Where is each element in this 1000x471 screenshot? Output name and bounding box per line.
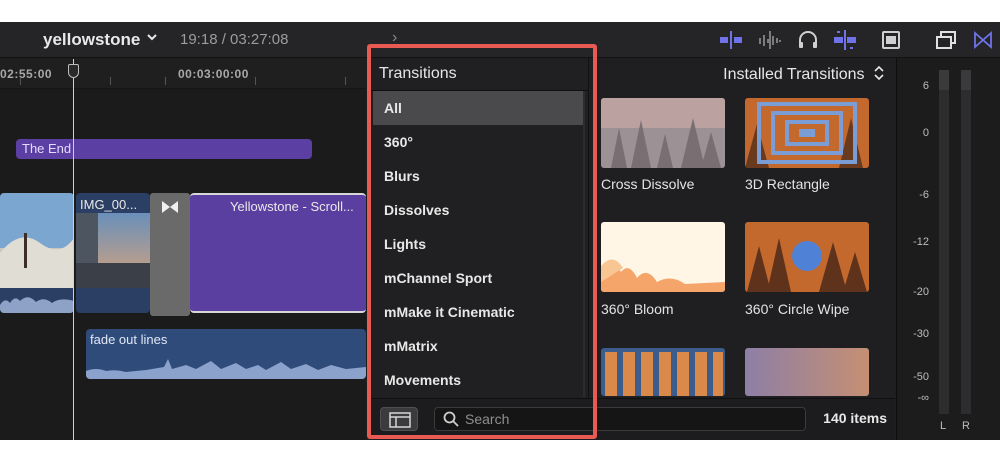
meter-scale-label: 6: [922, 80, 929, 92]
chevron-down-icon[interactable]: [146, 31, 158, 46]
transition-thumbnail-3d-rectangle[interactable]: [745, 98, 869, 168]
top-toolbar: yellowstone 19:18 / 03:27:08 ›: [0, 22, 1000, 58]
clip-thumbnail: [0, 193, 74, 313]
meter-scale-label: 0: [922, 127, 929, 139]
meter-channel-label: L: [940, 420, 947, 432]
ruler-tick: [20, 77, 21, 85]
category-list: All 360° Blurs Dissolves Lights mChannel…: [373, 91, 583, 397]
timeline-area[interactable]: 02:55:00 00:03:00:00 The End IMG_00... Y…: [0, 59, 366, 440]
category-item-mmake-it-cinematic[interactable]: mMake it Cinematic: [373, 295, 583, 329]
category-item-lights[interactable]: Lights: [373, 227, 583, 261]
transition-thumbnail[interactable]: [601, 348, 725, 396]
meter-scale-label: -30: [913, 328, 929, 340]
window-layout-icon[interactable]: [935, 30, 957, 50]
browser-bottom-bar: 140 items: [370, 398, 895, 440]
meter-scale-label: -50: [913, 371, 929, 383]
timecode-display: 19:18 / 03:27:08: [180, 31, 289, 48]
search-field[interactable]: [434, 407, 806, 431]
snapping-icon[interactable]: [832, 30, 858, 50]
title-clip[interactable]: The End: [16, 139, 312, 159]
category-item-dissolves[interactable]: Dissolves: [373, 193, 583, 227]
nav-forward-icon[interactable]: ›: [392, 29, 397, 47]
meter-scale-label: -∞: [917, 392, 929, 404]
audio-skimming-icon[interactable]: [757, 30, 783, 50]
clip-label: Yellowstone - Scroll...: [230, 199, 354, 214]
ruler-tick: [255, 77, 256, 85]
transition-thumbnail-360-bloom[interactable]: [601, 222, 725, 292]
category-item-all[interactable]: All: [373, 91, 583, 125]
search-input[interactable]: [465, 410, 795, 428]
playhead-handle[interactable]: [68, 64, 79, 78]
transitions-sidebar: Transitions All 360° Blurs Dissolves Lig…: [370, 58, 588, 440]
audio-meters: 6 0 -6 -12 -20 -30 -50 -∞ L R: [896, 58, 1000, 440]
playhead[interactable]: [73, 59, 74, 440]
meter-channel-right: [961, 70, 971, 414]
clip-label: IMG_00...: [80, 197, 138, 212]
video-clip[interactable]: [0, 193, 74, 313]
category-item-mchannel-sport[interactable]: mChannel Sport: [373, 261, 583, 295]
meter-peak-left: [939, 70, 949, 90]
installed-transitions-dropdown[interactable]: Installed Transitions: [723, 65, 885, 84]
meter-channel-left: [939, 70, 949, 414]
ruler-label: 00:03:00:00: [178, 67, 249, 81]
category-item-blurs[interactable]: Blurs: [373, 159, 583, 193]
title-clip-label: The End: [22, 141, 72, 156]
sidebar-scrollbar[interactable]: [583, 91, 585, 397]
clip-appearance-icon[interactable]: [880, 30, 902, 50]
ruler-tick: [165, 77, 166, 85]
sidebar-toggle-icon: [389, 412, 411, 428]
updown-chevron-icon: [874, 65, 884, 81]
transition-thumbnail-cross-dissolve[interactable]: [601, 98, 725, 168]
audio-waveform: [86, 359, 366, 379]
ruler-tick: [110, 77, 111, 85]
sidebar-toggle-button[interactable]: [380, 407, 418, 431]
meter-scale-label: -12: [913, 236, 929, 248]
items-count: 140 items: [823, 410, 887, 426]
project-name[interactable]: yellowstone: [43, 30, 140, 50]
category-item-360[interactable]: 360°: [373, 125, 583, 159]
headphones-icon[interactable]: [797, 30, 819, 50]
search-icon: [443, 411, 459, 432]
sidebar-title: Transitions: [379, 65, 457, 82]
thumbnail-label: 3D Rectangle: [745, 176, 830, 192]
skimming-icon[interactable]: [718, 30, 744, 50]
installed-transitions-label: Installed Transitions: [723, 66, 865, 83]
meter-scale-label: -20: [913, 286, 929, 298]
audio-clip[interactable]: fade out lines: [86, 329, 366, 379]
category-item-mmatrix[interactable]: mMatrix: [373, 329, 583, 363]
app-window: yellowstone 19:18 / 03:27:08 › 02:55:00 …: [0, 22, 1000, 440]
thumbnail-label: Cross Dissolve: [601, 176, 695, 192]
transitions-browser: Installed Transitions Cross Dissolve 3D …: [588, 58, 895, 440]
category-item-movements[interactable]: Movements: [373, 363, 583, 397]
video-clip[interactable]: Yellowstone - Scroll...: [190, 193, 366, 313]
transition-thumbnail[interactable]: [745, 348, 869, 396]
meter-scale-label: -6: [919, 189, 929, 201]
ruler-label: 02:55:00: [0, 67, 53, 81]
timeline-ruler[interactable]: 02:55:00 00:03:00:00: [0, 59, 366, 89]
transitions-browser-icon[interactable]: [973, 30, 993, 50]
ruler-tick: [345, 77, 346, 85]
meter-peak-right: [961, 70, 971, 90]
thumbnail-label: 360° Bloom: [601, 301, 674, 317]
transition-handle[interactable]: [150, 193, 190, 316]
transition-bowtie-icon: [162, 201, 178, 213]
thumbnail-label: 360° Circle Wipe: [745, 301, 850, 317]
meter-channel-label: R: [962, 420, 970, 432]
transition-thumbnail-360-circle-wipe[interactable]: [745, 222, 869, 292]
video-clip[interactable]: IMG_00...: [76, 193, 150, 313]
